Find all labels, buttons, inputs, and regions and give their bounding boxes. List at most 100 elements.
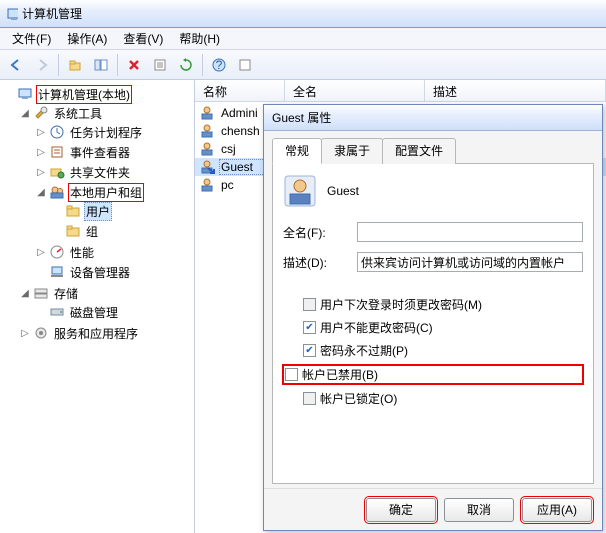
back-button[interactable] [4, 53, 28, 77]
column-desc[interactable]: 描述 [425, 80, 606, 101]
expand-icon[interactable]: ▷ [36, 127, 46, 138]
collapse-icon[interactable]: ◢ [20, 108, 30, 119]
collapse-icon[interactable]: ◢ [20, 288, 30, 299]
column-name[interactable]: 名称 [195, 80, 285, 101]
tree-shared-folders[interactable]: ▷ 共享文件夹 [36, 163, 192, 181]
tree-performance[interactable]: ▷ 性能 [36, 243, 192, 261]
tree-event-viewer[interactable]: ▷ 事件查看器 [36, 143, 192, 161]
tree-label: 磁盘管理 [68, 304, 120, 321]
separator [58, 54, 59, 76]
user-icon [199, 141, 215, 157]
tree-task-scheduler[interactable]: ▷ 任务计划程序 [36, 123, 192, 141]
tree-groups[interactable]: 组 [52, 222, 192, 240]
tree-label: 服务和应用程序 [52, 325, 140, 342]
checkbox-label: 用户不能更改密码(C) [320, 319, 433, 336]
menu-bar: 文件(F) 操作(A) 查看(V) 帮助(H) [0, 28, 606, 50]
menu-view[interactable]: 查看(V) [115, 28, 171, 49]
menu-file[interactable]: 文件(F) [4, 28, 59, 49]
checkbox-account-disabled[interactable]: 帐户已禁用(B) [283, 365, 583, 384]
dialog-buttons: 确定 取消 应用(A) [264, 488, 602, 530]
tree-label: 组 [84, 223, 100, 240]
user-icon [199, 105, 215, 121]
share-icon [49, 164, 65, 180]
help-button[interactable]: ? [207, 53, 231, 77]
cancel-button[interactable]: 取消 [444, 498, 514, 522]
tree-label: 性能 [68, 244, 96, 261]
perf-icon [49, 244, 65, 260]
expand-icon[interactable]: ▷ [20, 328, 30, 339]
checkbox-icon [285, 368, 298, 381]
tree-label: 系统工具 [52, 105, 104, 122]
delete-button[interactable] [122, 53, 146, 77]
tree-device-manager[interactable]: 设备管理器 [36, 263, 192, 281]
checkbox-icon [303, 298, 316, 311]
app-icon [6, 6, 22, 22]
checkbox-label: 用户下次登录时须更改密码(M) [320, 296, 482, 313]
user-icon [199, 123, 215, 139]
storage-icon [33, 285, 49, 301]
list-header: 名称 全名 描述 [195, 80, 606, 102]
forward-button[interactable] [30, 53, 54, 77]
menu-action[interactable]: 操作(A) [59, 28, 115, 49]
tree-label: 任务计划程序 [68, 124, 144, 141]
tab-profile[interactable]: 配置文件 [382, 138, 456, 164]
tree-users[interactable]: 用户 [52, 202, 192, 220]
description-label: 描述(D): [283, 254, 353, 271]
ok-button[interactable]: 确定 [366, 498, 436, 522]
event-icon [49, 144, 65, 160]
services-icon [33, 325, 49, 341]
apply-button[interactable]: 应用(A) [522, 498, 592, 522]
checkbox-icon [303, 392, 316, 405]
collapse-icon[interactable]: ◢ [36, 187, 46, 198]
tree-label: 事件查看器 [68, 144, 132, 161]
tab-memberof[interactable]: 隶属于 [321, 138, 383, 164]
window-title: 计算机管理 [22, 5, 82, 22]
fullname-label: 全名(F): [283, 224, 353, 241]
checkbox-must-change-password[interactable]: 用户下次登录时须更改密码(M) [283, 296, 583, 313]
account-name: Guest [327, 184, 359, 198]
tree-root[interactable]: 计算机管理(本地) [4, 85, 192, 103]
expand-icon[interactable]: ▷ [36, 167, 46, 178]
description-field[interactable] [357, 252, 583, 272]
tree-local-users-groups[interactable]: ◢本地用户和组 [36, 183, 192, 201]
column-fullname[interactable]: 全名 [285, 80, 425, 101]
tree-label: 设备管理器 [68, 264, 132, 281]
menu-help[interactable]: 帮助(H) [171, 28, 228, 49]
show-hide-button[interactable] [89, 53, 113, 77]
tree-system-tools[interactable]: ◢ 系统工具 [20, 104, 192, 122]
extra-button[interactable] [233, 53, 257, 77]
checkbox-cannot-change-password[interactable]: ✔ 用户不能更改密码(C) [283, 319, 583, 336]
expand-icon[interactable]: ▷ [36, 147, 46, 158]
toolbar: ? [0, 50, 606, 80]
users-icon [49, 184, 65, 200]
dialog-title: Guest 属性 [272, 109, 331, 126]
tree-pane: 计算机管理(本地) ◢ 系统工具 ▷ 任务计划程序 ▷ 事件查看器 ▷ 共享文件夹 [0, 80, 195, 533]
tree-label: 存储 [52, 285, 80, 302]
expand-icon[interactable]: ▷ [36, 247, 46, 258]
tab-general[interactable]: 常规 [272, 138, 322, 164]
clock-icon [49, 124, 65, 140]
window-titlebar: 计算机管理 [0, 0, 606, 28]
folder-icon [65, 203, 81, 219]
checkbox-password-never-expires[interactable]: ✔ 密码永不过期(P) [283, 342, 583, 359]
computer-icon [17, 86, 33, 102]
tree-label: 共享文件夹 [68, 164, 132, 181]
svg-text:?: ? [216, 58, 223, 72]
fullname-field[interactable] [357, 222, 583, 242]
tree-services-apps[interactable]: ▷ 服务和应用程序 [20, 324, 192, 342]
properties-button[interactable] [148, 53, 172, 77]
checkbox-checked-icon: ✔ [303, 321, 316, 334]
tree-storage[interactable]: ◢ 存储 [20, 284, 192, 302]
up-button[interactable] [63, 53, 87, 77]
tree-label: 用户 [84, 202, 112, 221]
checkbox-label: 密码永不过期(P) [320, 342, 408, 359]
checkbox-account-locked[interactable]: 帐户已锁定(O) [283, 390, 583, 407]
separator [202, 54, 203, 76]
tree-disk-management[interactable]: 磁盘管理 [36, 303, 192, 321]
properties-dialog: Guest 属性 常规 隶属于 配置文件 Guest 全名(F): 描述(D): [263, 104, 603, 531]
disk-icon [49, 304, 65, 320]
checkbox-checked-icon: ✔ [303, 344, 316, 357]
refresh-button[interactable] [174, 53, 198, 77]
user-avatar-icon [283, 174, 317, 208]
dialog-titlebar[interactable]: Guest 属性 [264, 105, 602, 131]
